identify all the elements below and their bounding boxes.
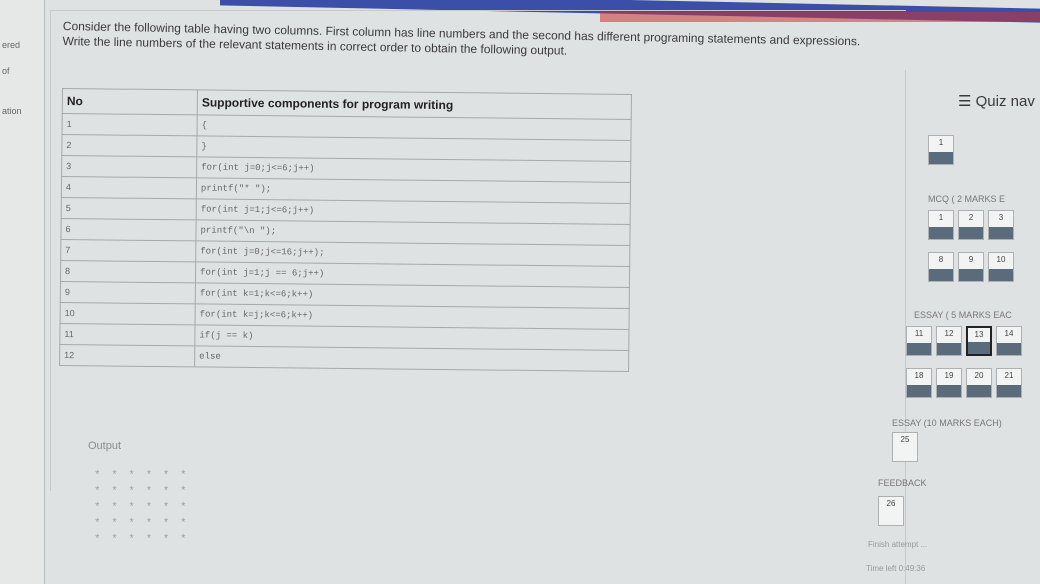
quiz-nav-title-text: Quiz nav: [975, 93, 1035, 110]
section-label-mcq: MCQ ( 2 MARKS E: [928, 194, 1006, 204]
line-number: 10: [60, 302, 196, 325]
statement: else: [194, 345, 629, 372]
line-number: 9: [60, 281, 196, 304]
line-number: 11: [59, 323, 196, 346]
quiz-nav-button[interactable]: 18: [906, 368, 932, 398]
quiz-nav-button[interactable]: 1: [928, 210, 954, 240]
output-line: * * * * * *: [94, 502, 189, 514]
menu-icon: ☰: [958, 93, 972, 110]
quiz-nav-button[interactable]: 20: [966, 368, 992, 398]
output-line: * * * * * *: [94, 534, 189, 546]
line-number: 2: [61, 134, 198, 157]
time-left-text: Time left 0:49:36: [866, 564, 926, 573]
quiz-nav-button[interactable]: 25: [892, 432, 918, 462]
line-number: 5: [61, 197, 197, 220]
line-number: 12: [59, 344, 195, 367]
section-label-essay-10: ESSAY (10 MARKS EACH): [892, 418, 1002, 428]
quiz-nav-button[interactable]: 1: [928, 135, 954, 165]
finish-attempt-link[interactable]: Finish attempt ...: [868, 540, 927, 549]
sidebar-label: ation: [2, 106, 22, 116]
line-number: 6: [60, 218, 197, 241]
sidebar-label: of: [2, 66, 10, 76]
quiz-nav-button[interactable]: 26: [878, 496, 904, 526]
quiz-nav-button[interactable]: 14: [996, 326, 1022, 356]
section-label-feedback: FEEDBACK: [878, 478, 927, 488]
section-label-essay-5: ESSAY ( 5 MARKS EAC: [914, 310, 1012, 320]
question-text: Consider the following table having two …: [62, 19, 861, 58]
quiz-nav-button[interactable]: 19: [936, 368, 962, 398]
quiz-nav-button[interactable]: 3: [988, 210, 1014, 240]
output-label: Output: [88, 440, 122, 452]
expected-output: * * * * * * * * * * * * * * * * * * * * …: [94, 468, 189, 548]
quiz-navigation-panel: ☰ Quiz nav 1 MCQ ( 2 MARKS E 1 2 3 8 9 1…: [866, 70, 1040, 584]
quiz-nav-title: ☰ Quiz nav: [958, 92, 1035, 110]
sidebar-label: ered: [2, 40, 21, 50]
output-line: * * * * * *: [94, 518, 189, 530]
quiz-nav-button[interactable]: 9: [958, 252, 984, 282]
output-line: * * * * * *: [94, 470, 189, 482]
column-header-no: No: [62, 88, 198, 115]
quiz-nav-button-current[interactable]: 13: [966, 326, 992, 356]
quiz-nav-button[interactable]: 12: [936, 326, 962, 356]
quiz-nav-button[interactable]: 21: [996, 368, 1022, 398]
quiz-nav-button[interactable]: 10: [988, 252, 1014, 282]
components-table: No Supportive components for program wri…: [59, 88, 632, 372]
line-number: 1: [62, 113, 198, 136]
left-sidebar: ered of ation: [0, 0, 45, 584]
quiz-nav-button[interactable]: 2: [958, 210, 984, 240]
line-number: 4: [61, 176, 197, 199]
quiz-nav-button[interactable]: 8: [928, 252, 954, 282]
line-number: 8: [60, 260, 196, 283]
line-number: 3: [61, 155, 197, 178]
quiz-nav-button[interactable]: 11: [906, 326, 932, 356]
output-line: * * * * * *: [94, 486, 189, 498]
line-number: 7: [60, 239, 196, 262]
